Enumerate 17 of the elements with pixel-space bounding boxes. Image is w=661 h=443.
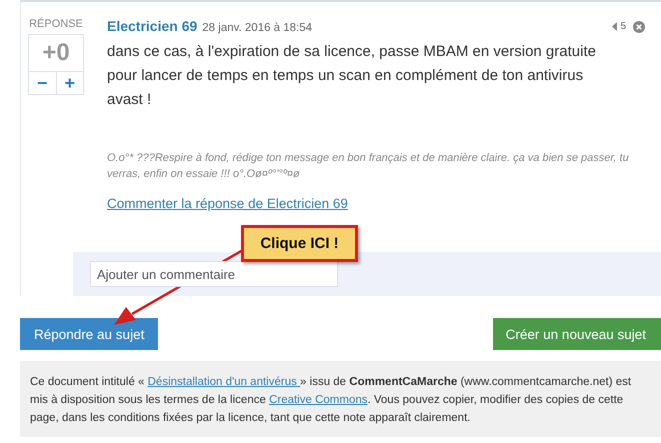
new-topic-button[interactable]: Créer un nouveau sujet: [492, 318, 661, 350]
post-text: dans ce cas, à l'expiration de sa licence, passe MBAM en version gratuite pour lancer de temps en temps un scan en complément de ton antivirus avast !: [106, 42, 597, 110]
document-link[interactable]: Désinstallation d'un antivérus: [148, 376, 300, 388]
comment-field[interactable]: Ajouter un commentaire: [90, 261, 338, 287]
document-link[interactable]: Creative Commons: [269, 394, 368, 406]
signature-text: O.o°* ???Respire à fond, rédige ton message en bon français et de manière claire. ça va bien se passer, tu verras, enfin on essaie !!! o°.Oø¤º°'°º¤ø: [106, 151, 630, 182]
author-name[interactable]: Electricien 69: [107, 18, 198, 34]
post-date: 28 janv. 2016 à 18:54: [202, 22, 312, 34]
callout: Clique ICI !: [241, 225, 358, 262]
comment-link[interactable]: Commenter la réponse de Electricien 69: [107, 196, 348, 211]
footer-note: Ce document intitulé « Désinstallation d'un antivérus » issu de CommentCaMarche (www.commentcamarche.net) est mis à disposition sous les termes de la licence Creative Commons. Vous pouvez copier, modifier des copies de cette page, dans les conditions fixées par la licence, tant que cette note apparaît clairement.: [20, 361, 661, 437]
reply-button[interactable]: Répondre au sujet: [20, 318, 158, 350]
close-icon[interactable]: [633, 20, 645, 32]
caret-icon[interactable]: [612, 22, 618, 31]
vote-score: +0: [41, 38, 71, 68]
reply-count: 5: [620, 21, 626, 32]
vote-label: RÉPONSE: [29, 18, 83, 30]
